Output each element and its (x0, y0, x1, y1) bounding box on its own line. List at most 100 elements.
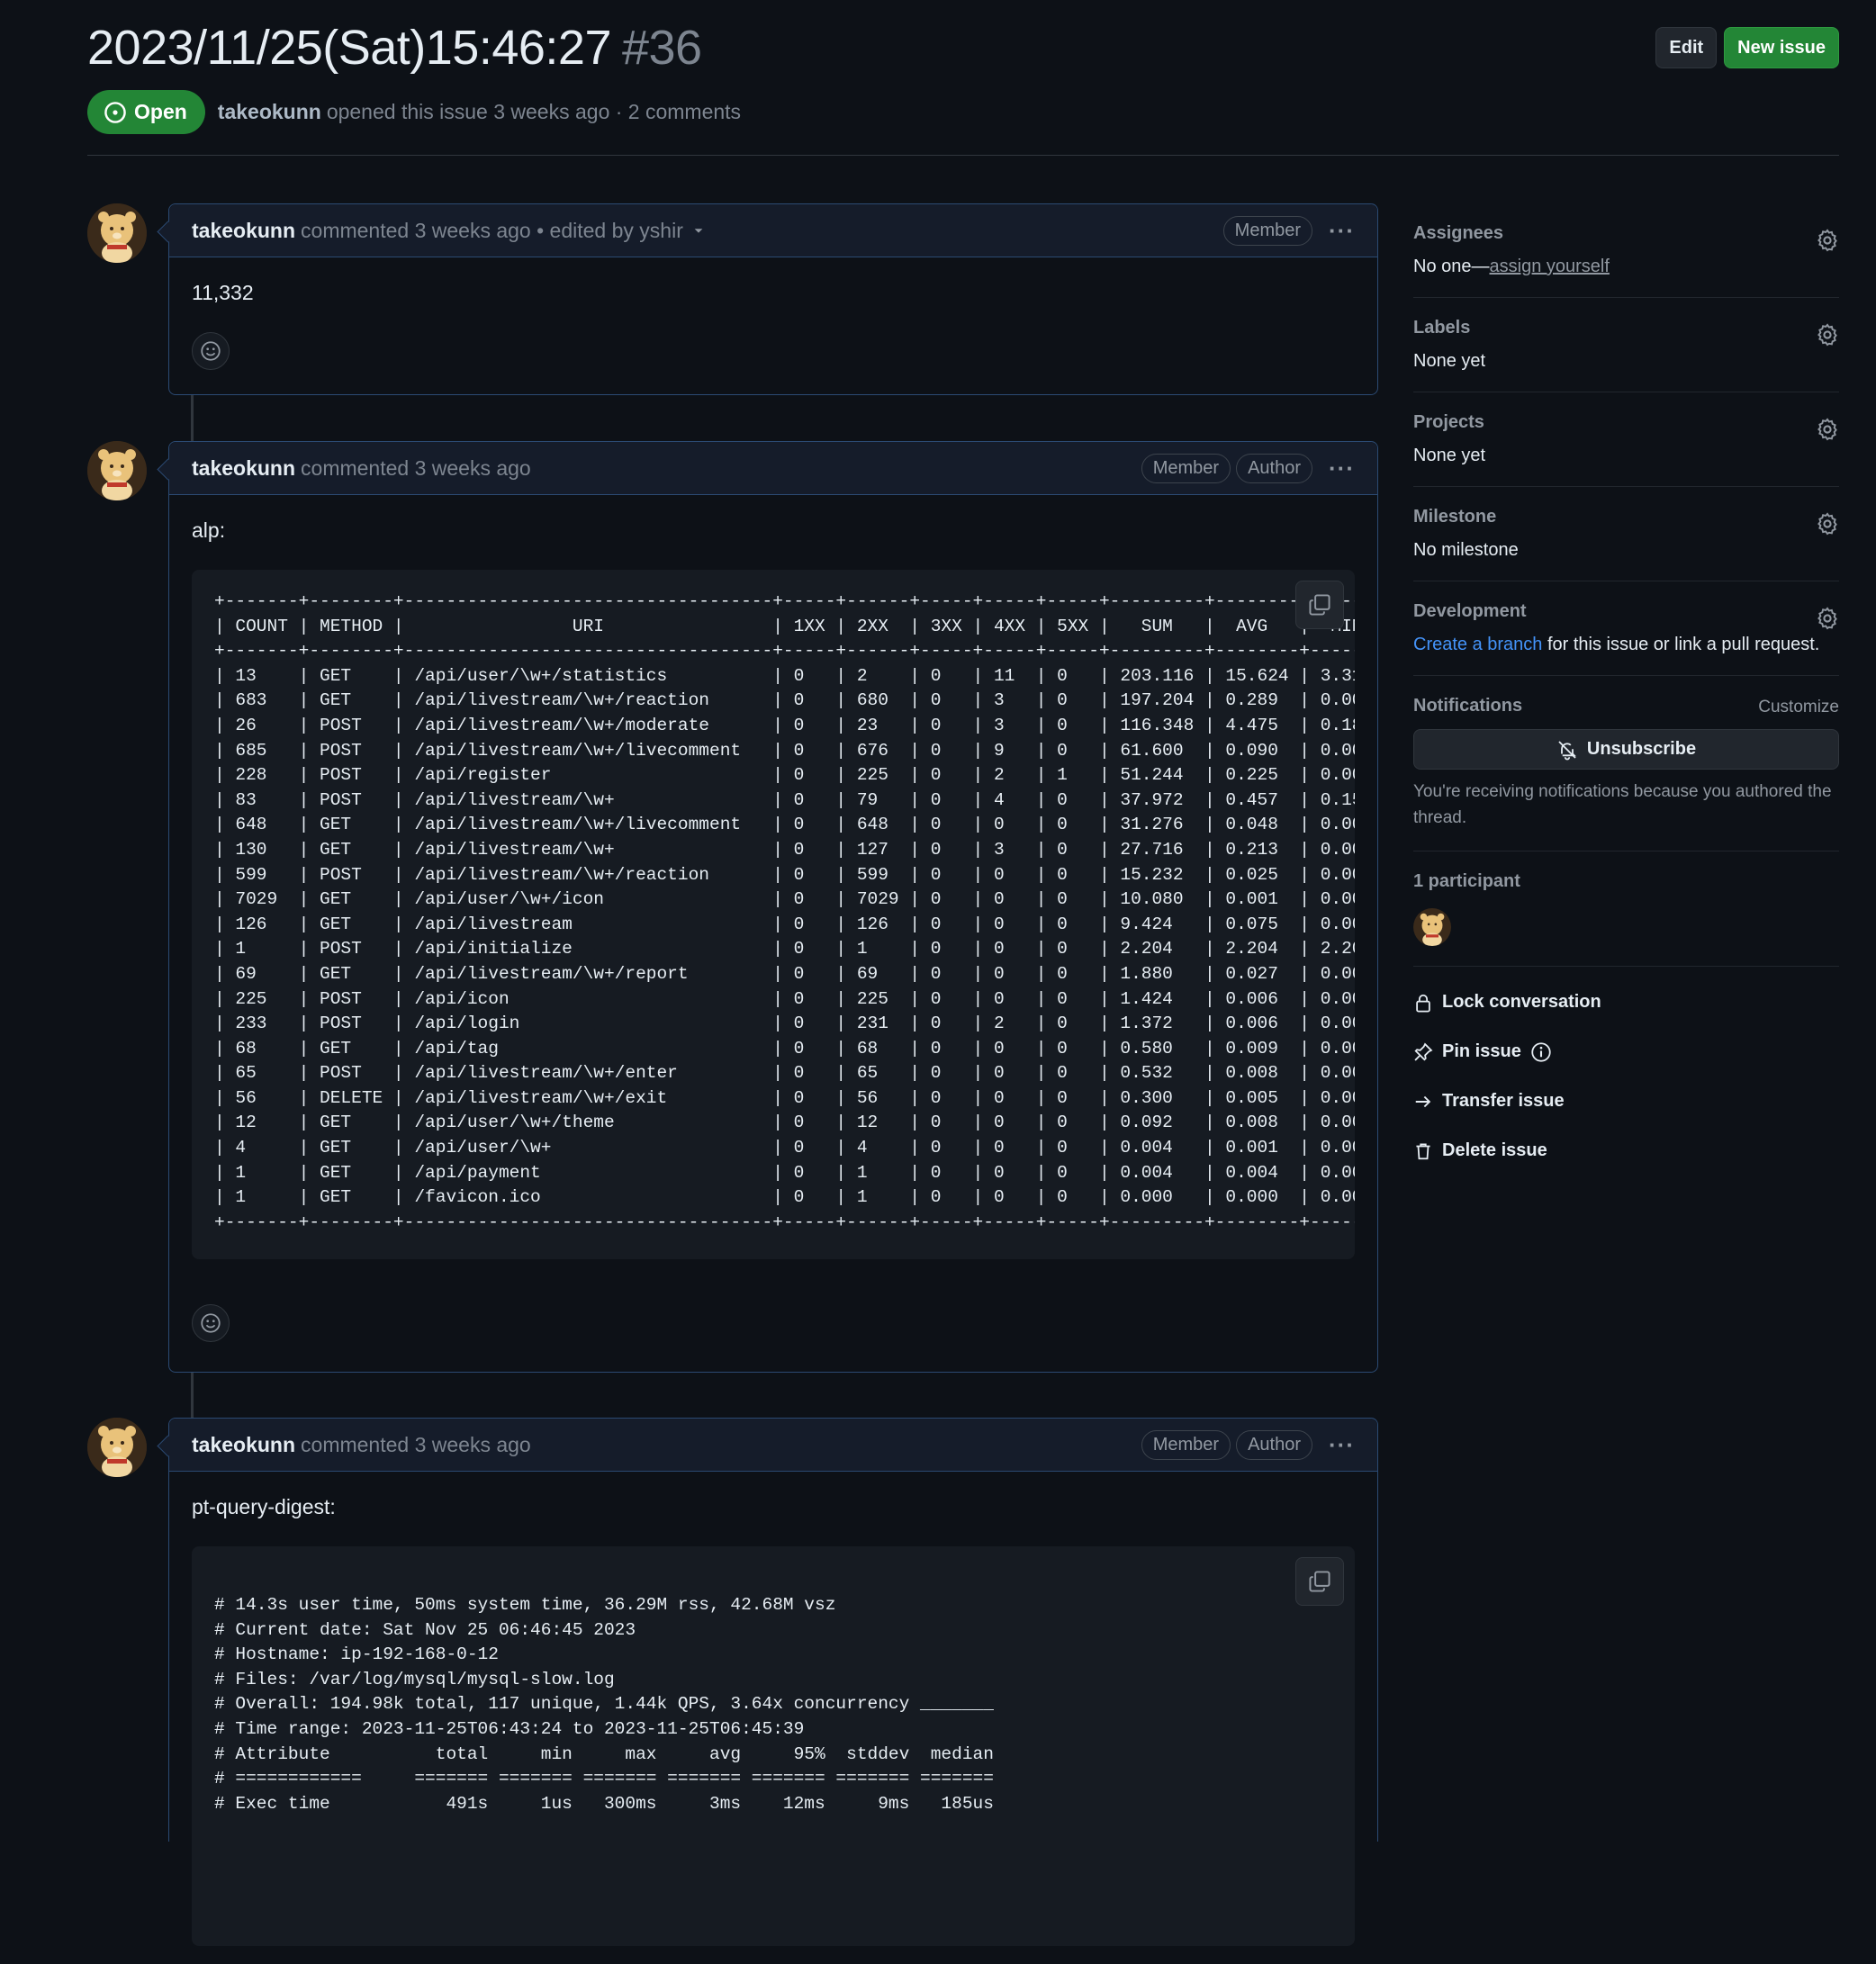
avatar[interactable] (87, 1418, 147, 1477)
comment-meta: commented 3 weeks ago • edited by yshir (301, 218, 683, 242)
milestone-section: Milestone No milestone (1413, 487, 1839, 581)
comment-box: takeokunn commented 3 weeks ago Member A… (168, 441, 1378, 1373)
delete-issue-label: Delete issue (1442, 1140, 1547, 1160)
issue-header: 2023/11/25(Sat)15:46:27 #36 Edit New issu… (87, 16, 1839, 156)
unsubscribe-label: Unsubscribe (1586, 739, 1697, 759)
timeline-connector (191, 1371, 194, 1418)
info-icon[interactable] (1530, 1041, 1552, 1063)
participants-section: 1 participant (1413, 851, 1839, 967)
code-content: +-------+--------+----------------------… (214, 591, 1355, 1232)
labels-value: None yet (1413, 351, 1486, 371)
member-badge: Member (1141, 453, 1231, 483)
copy-button[interactable] (1295, 581, 1344, 629)
copy-icon (1309, 594, 1330, 616)
labels-heading: Labels (1413, 318, 1471, 338)
comment-header: takeokunn commented 3 weeks ago • edited… (169, 204, 1377, 257)
smiley-icon (201, 1313, 221, 1333)
issue-title: 2023/11/25(Sat)15:46:27 #36 (87, 20, 702, 76)
gear-icon[interactable] (1816, 418, 1839, 441)
author-badge: Author (1236, 453, 1313, 483)
member-badge: Member (1141, 1429, 1231, 1460)
development-heading: Development (1413, 601, 1527, 621)
assign-yourself-link[interactable]: assign yourself (1490, 257, 1610, 276)
bell-slash-icon (1558, 740, 1576, 760)
comment-author[interactable]: takeokunn (192, 219, 295, 243)
issue-author-link[interactable]: takeokunn (218, 100, 321, 124)
status-label: Open (134, 100, 187, 123)
issue-meta-text: opened this issue 3 weeks ago · 2 commen… (326, 100, 742, 123)
projects-section: Projects None yet (1413, 392, 1839, 487)
avatar[interactable] (87, 441, 147, 500)
comment-text: pt-query-digest: (192, 1495, 336, 1518)
issue-actions: Lock conversation Pin issue Transfer iss… (1413, 967, 1839, 1176)
gear-icon[interactable] (1816, 607, 1839, 630)
issue-meta: Open takeokunn opened this issue 3 weeks… (87, 90, 741, 134)
comment-header: takeokunn commented 3 weeks ago Member A… (169, 1419, 1377, 1472)
assignees-heading: Assignees (1413, 223, 1504, 243)
delete-issue-button[interactable]: Delete issue (1413, 1126, 1839, 1176)
development-section: Development Create a branch for this iss… (1413, 581, 1839, 676)
arrow-right-icon (1415, 1095, 1431, 1107)
code-content: # 14.3s user time, 50ms system time, 36.… (214, 1595, 994, 1814)
milestone-heading: Milestone (1413, 507, 1497, 527)
add-reaction-button[interactable] (192, 1304, 230, 1342)
pin-icon (1414, 1042, 1433, 1061)
lock-conversation-label: Lock conversation (1442, 992, 1601, 1012)
issue-sidebar: Assignees No one—assign yourself Labels … (1413, 203, 1839, 1176)
assignees-section: Assignees No one—assign yourself (1413, 203, 1839, 298)
timeline-connector (191, 395, 194, 442)
comment-author[interactable]: takeokunn (192, 456, 295, 481)
new-issue-button[interactable]: New issue (1724, 27, 1839, 68)
comment: takeokunn commented 3 weeks ago Member A… (87, 1418, 1378, 1946)
edit-button[interactable]: Edit (1655, 27, 1718, 68)
comment-options-icon[interactable]: ··· (1329, 217, 1355, 245)
issue-number: #36 (621, 21, 702, 75)
assignees-value: No one— (1413, 257, 1490, 276)
notification-note: You're receiving notifications because y… (1413, 782, 1832, 827)
copy-button[interactable] (1295, 1557, 1344, 1606)
status-badge: Open (87, 90, 205, 134)
comment: takeokunn commented 3 weeks ago Member A… (87, 441, 1378, 1373)
code-block: +-------+--------+----------------------… (192, 570, 1355, 1259)
comment-text: 11,332 (192, 281, 254, 304)
gear-icon[interactable] (1816, 323, 1839, 347)
chevron-down-icon[interactable] (692, 224, 705, 237)
comment-meta: commented 3 weeks ago (301, 455, 531, 480)
smiley-icon (201, 341, 221, 361)
comment-box: takeokunn commented 3 weeks ago Member A… (168, 1418, 1378, 1946)
gear-icon[interactable] (1816, 229, 1839, 252)
comment: takeokunn commented 3 weeks ago • edited… (87, 203, 1378, 395)
lock-icon (1416, 994, 1430, 1013)
comment-author[interactable]: takeokunn (192, 1433, 295, 1457)
projects-value: None yet (1413, 446, 1486, 465)
projects-heading: Projects (1413, 412, 1484, 432)
comment-text: alp: (192, 518, 226, 542)
author-badge: Author (1236, 1429, 1313, 1460)
notifications-section: Notifications Customize Unsubscribe You'… (1413, 676, 1839, 851)
lock-conversation-button[interactable]: Lock conversation (1413, 977, 1839, 1027)
add-reaction-button[interactable] (192, 332, 230, 370)
transfer-issue-label: Transfer issue (1442, 1091, 1565, 1111)
comment-meta: commented 3 weeks ago (301, 1432, 531, 1456)
copy-icon (1309, 1571, 1330, 1592)
customize-link[interactable]: Customize (1758, 698, 1839, 717)
avatar[interactable] (87, 203, 147, 263)
comment-options-icon[interactable]: ··· (1329, 1431, 1355, 1459)
create-branch-link[interactable]: Create a branch (1413, 635, 1542, 654)
comment-box: takeokunn commented 3 weeks ago • edited… (168, 203, 1378, 395)
comment-header: takeokunn commented 3 weeks ago Member A… (169, 442, 1377, 495)
development-text: for this issue or link a pull request. (1542, 635, 1820, 654)
comment-options-icon[interactable]: ··· (1329, 455, 1355, 482)
participant-avatar[interactable] (1413, 908, 1451, 946)
code-block: # 14.3s user time, 50ms system time, 36.… (192, 1546, 1355, 1946)
pin-issue-button[interactable]: Pin issue (1413, 1027, 1839, 1077)
gear-icon[interactable] (1816, 512, 1839, 536)
pin-issue-label: Pin issue (1442, 1041, 1521, 1061)
member-badge: Member (1222, 215, 1313, 246)
transfer-issue-button[interactable]: Transfer issue (1413, 1077, 1839, 1126)
participants-heading: 1 participant (1413, 871, 1520, 891)
issue-title-text: 2023/11/25(Sat)15:46:27 (87, 21, 611, 75)
milestone-value: No milestone (1413, 540, 1519, 560)
unsubscribe-button[interactable]: Unsubscribe (1413, 729, 1839, 770)
trash-icon (1416, 1143, 1430, 1159)
